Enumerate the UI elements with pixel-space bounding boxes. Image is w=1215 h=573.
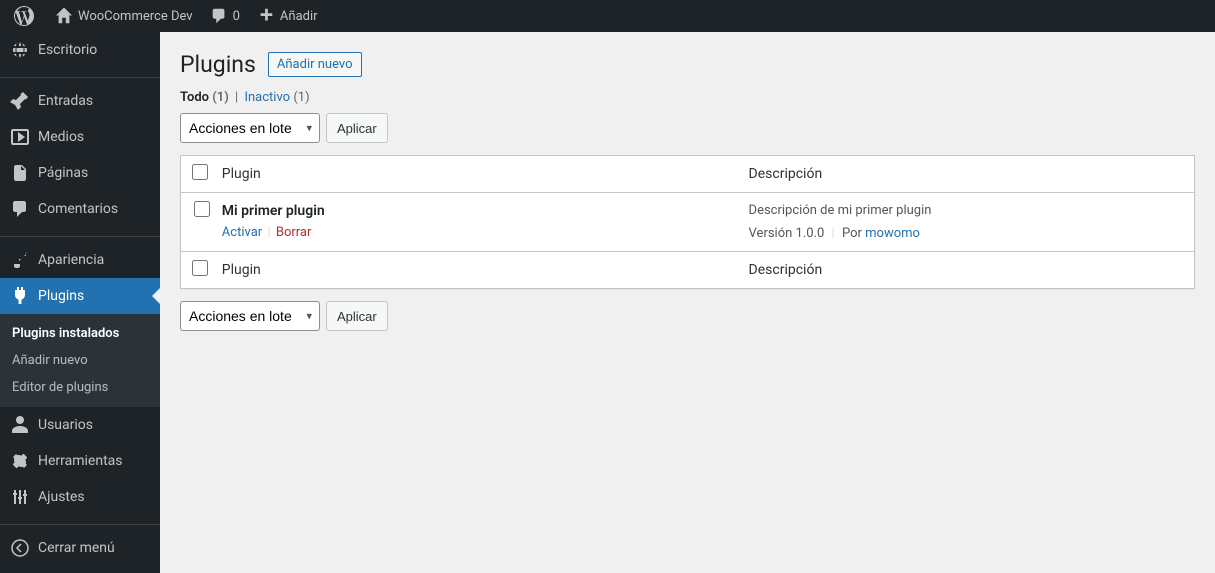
select-all-checkbox[interactable] — [192, 164, 208, 180]
apply-button[interactable]: Aplicar — [326, 113, 388, 143]
media-icon — [10, 127, 30, 147]
plugin-version: Versión 1.0.0 — [749, 226, 825, 241]
home-icon — [54, 6, 74, 26]
column-plugin-header[interactable]: Plugin — [212, 156, 739, 193]
dashboard-icon — [10, 40, 30, 60]
menu-tools[interactable]: Herramientas — [0, 443, 160, 479]
menu-posts[interactable]: Entradas — [0, 83, 160, 119]
row-select-cell — [181, 193, 212, 251]
menu-label: Escritorio — [38, 42, 97, 58]
menu-label: Usuarios — [38, 417, 93, 433]
add-new-label: Añadir — [280, 9, 318, 24]
menu-dashboard[interactable]: Escritorio — [0, 32, 160, 68]
sliders-icon — [10, 487, 30, 507]
admin-sidebar: Escritorio Entradas Medios Páginas Comen… — [0, 32, 160, 573]
menu-users[interactable]: Usuarios — [0, 407, 160, 443]
menu-label: Entradas — [38, 93, 93, 109]
plugin-description-cell: Descripción de mi primer plugin Versión … — [739, 193, 1194, 251]
add-new-button[interactable]: Añadir nuevo — [268, 52, 362, 77]
add-new-link[interactable]: Añadir — [248, 0, 326, 32]
tablenav-bottom: Acciones en lote Aplicar — [180, 301, 1195, 331]
plugin-name-cell: Mi primer plugin Activar | Borrar — [212, 193, 739, 251]
plugin-icon — [10, 286, 30, 306]
menu-settings[interactable]: Ajustes — [0, 479, 160, 515]
menu-label: Apariencia — [38, 252, 104, 268]
row-checkbox[interactable] — [194, 201, 210, 217]
menu-label: Medios — [38, 129, 84, 145]
bulk-action-select[interactable]: Acciones en lote — [180, 301, 320, 331]
comments-link[interactable]: 0 — [201, 0, 248, 32]
admin-toolbar: WooCommerce Dev 0 Añadir — [0, 0, 1215, 32]
menu-label: Cerrar menú — [38, 540, 115, 556]
menu-pages[interactable]: Páginas — [0, 155, 160, 191]
submenu-installed-plugins[interactable]: Plugins instalados — [0, 320, 160, 347]
bulk-action-select[interactable]: Acciones en lote — [180, 113, 320, 143]
status-filters: Todo (1) | Inactivo (1) — [180, 90, 1195, 105]
menu-separator — [0, 73, 160, 78]
plus-icon — [256, 6, 276, 26]
wrench-icon — [10, 451, 30, 471]
menu-label: Comentarios — [38, 201, 118, 217]
page-icon — [10, 163, 30, 183]
filter-separator: | — [235, 90, 238, 105]
column-description-footer[interactable]: Descripción — [739, 251, 1194, 288]
user-icon — [10, 415, 30, 435]
menu-label: Plugins — [38, 288, 84, 304]
menu-separator — [0, 520, 160, 525]
collapse-icon — [10, 538, 30, 558]
menu-separator — [0, 232, 160, 237]
site-name: WooCommerce Dev — [78, 9, 193, 24]
column-plugin-footer[interactable]: Plugin — [212, 251, 739, 288]
table-row: Mi primer plugin Activar | Borrar Descri… — [181, 193, 1194, 251]
select-all-checkbox[interactable] — [192, 260, 208, 276]
submenu-add-new-plugin[interactable]: Añadir nuevo — [0, 347, 160, 374]
wordpress-icon — [14, 6, 34, 26]
delete-link[interactable]: Borrar — [276, 225, 312, 240]
filter-inactive[interactable]: Inactivo (1) — [244, 90, 309, 105]
menu-plugins[interactable]: Plugins — [0, 278, 160, 314]
comment-icon — [209, 6, 229, 26]
column-description-header[interactable]: Descripción — [739, 156, 1194, 193]
menu-appearance[interactable]: Apariencia — [0, 242, 160, 278]
tablenav-top: Acciones en lote Aplicar — [180, 113, 1195, 143]
apply-button[interactable]: Aplicar — [326, 301, 388, 331]
action-separator: | — [267, 225, 270, 240]
comments-count: 0 — [233, 9, 240, 24]
page-title: Plugins — [180, 51, 256, 78]
select-all-footer — [181, 251, 212, 288]
page-header: Plugins Añadir nuevo — [180, 42, 1195, 82]
select-all-header — [181, 156, 212, 193]
menu-label: Ajustes — [38, 489, 85, 505]
menu-media[interactable]: Medios — [0, 119, 160, 155]
wp-logo[interactable] — [6, 0, 46, 32]
plugin-description: Descripción de mi primer plugin — [749, 203, 1184, 218]
plugin-by: Por — [842, 226, 862, 241]
plugin-name: Mi primer plugin — [222, 203, 325, 219]
menu-comments[interactable]: Comentarios — [0, 191, 160, 227]
site-name-link[interactable]: WooCommerce Dev — [46, 0, 201, 32]
plugins-table: Plugin Descripción Mi primer plugin Acti… — [180, 155, 1195, 289]
brush-icon — [10, 250, 30, 270]
submenu-plugin-editor[interactable]: Editor de plugins — [0, 374, 160, 401]
menu-collapse[interactable]: Cerrar menú — [0, 530, 160, 566]
plugin-author-link[interactable]: mowomo — [865, 226, 920, 241]
comment-icon — [10, 199, 30, 219]
plugin-meta: Versión 1.0.0 | Por mowomo — [749, 226, 1184, 241]
meta-separator: | — [832, 226, 835, 241]
activate-link[interactable]: Activar — [222, 225, 262, 240]
filter-all[interactable]: Todo (1) — [180, 90, 229, 105]
menu-label: Herramientas — [38, 453, 123, 469]
submenu-plugins: Plugins instalados Añadir nuevo Editor d… — [0, 314, 160, 407]
main-content: Plugins Añadir nuevo Todo (1) | Inactivo… — [160, 32, 1215, 357]
row-actions: Activar | Borrar — [222, 225, 729, 240]
pin-icon — [10, 91, 30, 111]
menu-label: Páginas — [38, 165, 88, 181]
